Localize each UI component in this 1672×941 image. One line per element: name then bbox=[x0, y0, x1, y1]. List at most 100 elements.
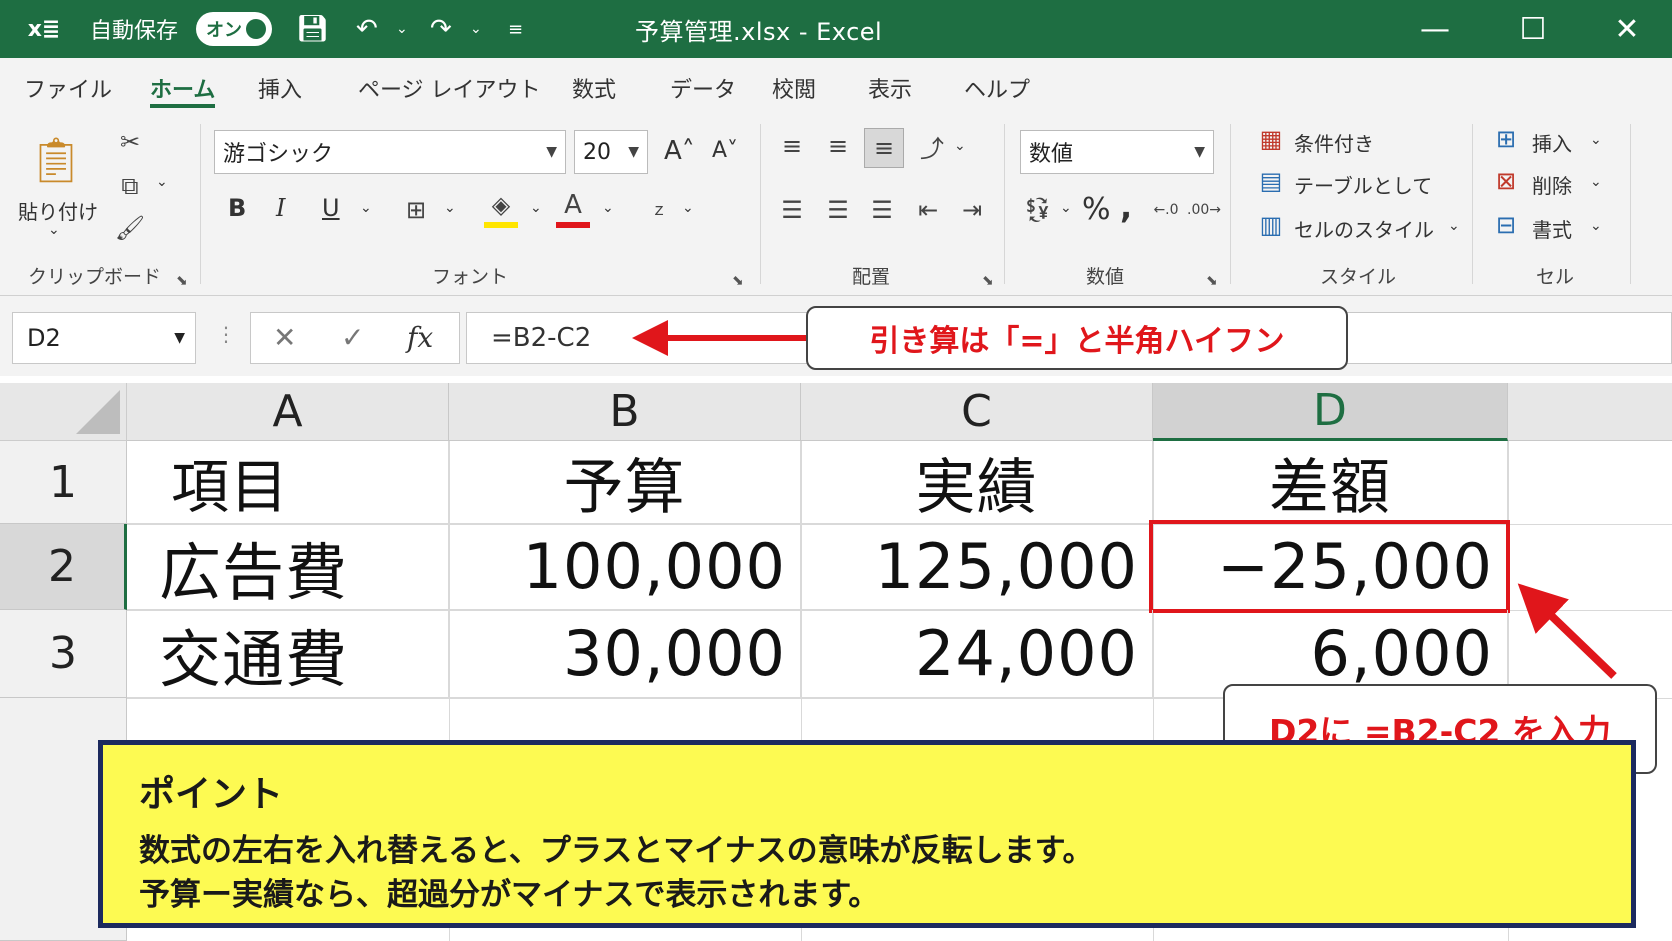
undo-icon[interactable]: ↶ bbox=[356, 0, 378, 58]
cell-c1[interactable]: 実績 bbox=[801, 441, 1153, 524]
row-header-2[interactable]: 2 bbox=[0, 524, 127, 610]
align-center-icon[interactable]: ☰ bbox=[820, 192, 856, 228]
insert-cells-icon[interactable]: ⊞ bbox=[1490, 124, 1522, 154]
tab-insert[interactable]: 挿入 bbox=[258, 72, 302, 108]
redo-dropdown-icon[interactable]: ⌄ bbox=[470, 0, 482, 58]
borders-dropdown-icon[interactable]: ⌄ bbox=[444, 200, 456, 216]
cell-c2[interactable]: 125,000 bbox=[801, 524, 1153, 610]
alignment-launcher-icon[interactable]: ⬊ bbox=[982, 273, 994, 289]
tab-data[interactable]: データ bbox=[670, 72, 736, 108]
paste-icon[interactable]: 📋︎ bbox=[28, 130, 84, 190]
copy-icon[interactable]: ⧉ bbox=[112, 168, 148, 204]
font-name-combo[interactable]: 游ゴシック ▼ bbox=[214, 130, 566, 174]
cell-styles-icon[interactable]: ▥ bbox=[1256, 210, 1286, 240]
font-launcher-icon[interactable]: ⬊ bbox=[732, 273, 744, 289]
delete-dropdown-icon[interactable]: ⌄ bbox=[1590, 174, 1602, 190]
underline-button[interactable]: U bbox=[322, 194, 340, 222]
number-launcher-icon[interactable]: ⬊ bbox=[1206, 273, 1218, 289]
copy-dropdown-icon[interactable]: ⌄ bbox=[156, 174, 168, 190]
borders-icon[interactable]: ⊞ bbox=[398, 192, 434, 228]
conditional-format-button[interactable]: 条件付き bbox=[1294, 128, 1374, 157]
customize-qat-icon[interactable]: ≡ bbox=[508, 0, 523, 58]
maximize-icon[interactable]: ☐ bbox=[1508, 0, 1558, 58]
tab-file[interactable]: ファイル bbox=[24, 72, 112, 108]
format-as-table-icon[interactable]: ▤ bbox=[1256, 166, 1286, 196]
cell-b1[interactable]: 予算 bbox=[449, 441, 801, 524]
column-header-e[interactable] bbox=[1508, 383, 1672, 441]
bold-button[interactable]: B bbox=[228, 194, 246, 222]
accounting-format-icon[interactable]: 💱︎ bbox=[1020, 192, 1056, 228]
align-top-icon[interactable]: ≡ bbox=[774, 128, 810, 164]
tab-page-layout[interactable]: ページ レイアウト bbox=[358, 72, 541, 108]
tab-view[interactable]: 表示 bbox=[868, 72, 912, 108]
tab-home[interactable]: ホーム bbox=[150, 72, 216, 108]
select-all-corner[interactable] bbox=[0, 383, 127, 441]
decrease-indent-icon[interactable]: ⇤ bbox=[910, 192, 946, 228]
column-header-d[interactable]: D bbox=[1153, 383, 1508, 441]
underline-dropdown-icon[interactable]: ⌄ bbox=[360, 200, 372, 216]
cancel-icon[interactable]: ✕ bbox=[273, 321, 296, 354]
row-header-3[interactable]: 3 bbox=[0, 610, 127, 698]
number-format-combo[interactable]: 数値 ▼ bbox=[1020, 130, 1214, 174]
format-as-table-button[interactable]: テーブルとして bbox=[1294, 170, 1432, 199]
redo-icon[interactable]: ↷ bbox=[430, 0, 452, 58]
orientation-icon[interactable]: ⤴ bbox=[914, 128, 950, 164]
tab-help[interactable]: ヘルプ bbox=[964, 72, 1030, 108]
cut-icon[interactable]: ✂ bbox=[112, 124, 148, 160]
paste-button[interactable]: 貼り付け bbox=[18, 196, 98, 225]
cell-c3[interactable]: 24,000 bbox=[801, 610, 1153, 698]
phonetic-icon[interactable]: ｚ bbox=[644, 190, 674, 226]
column-header-c[interactable]: C bbox=[801, 383, 1153, 441]
align-bottom-icon[interactable]: ≡ bbox=[864, 128, 904, 168]
format-cells-icon[interactable]: ⊟ bbox=[1490, 210, 1522, 240]
format-cells-button[interactable]: 書式 bbox=[1532, 214, 1572, 243]
align-middle-icon[interactable]: ≡ bbox=[820, 128, 856, 164]
increase-decimal-icon[interactable]: ←.0 bbox=[1148, 192, 1184, 228]
autosave-toggle[interactable]: オン bbox=[196, 12, 272, 46]
close-icon[interactable]: ✕ bbox=[1602, 0, 1652, 58]
accounting-dropdown-icon[interactable]: ⌄ bbox=[1060, 200, 1072, 216]
tab-review[interactable]: 校閲 bbox=[772, 72, 816, 108]
tab-formulas[interactable]: 数式 bbox=[572, 72, 616, 108]
paste-dropdown-icon[interactable]: ⌄ bbox=[48, 222, 60, 238]
align-left-icon[interactable]: ☰ bbox=[774, 192, 810, 228]
conditional-format-icon[interactable]: ▦ bbox=[1256, 124, 1286, 154]
cell-styles-button[interactable]: セルのスタイル bbox=[1294, 214, 1434, 243]
percent-style-button[interactable]: % bbox=[1082, 192, 1111, 227]
format-painter-icon[interactable]: 🖌︎ bbox=[112, 210, 148, 246]
delete-cells-button[interactable]: 削除 bbox=[1532, 170, 1572, 199]
cell-a2[interactable]: 広告費 bbox=[127, 524, 449, 610]
increase-font-icon[interactable]: A˄ bbox=[664, 136, 695, 166]
cell-a3[interactable]: 交通費 bbox=[127, 610, 449, 698]
insert-cells-button[interactable]: 挿入 bbox=[1532, 128, 1572, 157]
cell-styles-dropdown-icon[interactable]: ⌄ bbox=[1448, 218, 1460, 234]
insert-function-icon[interactable]: fx bbox=[407, 321, 433, 354]
enter-icon[interactable]: ✓ bbox=[341, 321, 364, 354]
cell-d1[interactable]: 差額 bbox=[1153, 441, 1508, 524]
save-icon[interactable]: 💾︎ bbox=[296, 0, 329, 58]
clipboard-launcher-icon[interactable]: ⬊ bbox=[176, 273, 188, 289]
italic-button[interactable]: I bbox=[276, 194, 285, 222]
minimize-icon[interactable]: — bbox=[1410, 0, 1460, 58]
orientation-dropdown-icon[interactable]: ⌄ bbox=[954, 138, 966, 154]
insert-dropdown-icon[interactable]: ⌄ bbox=[1590, 132, 1602, 148]
font-size-combo[interactable]: 20 ▼ bbox=[574, 130, 648, 174]
increase-indent-icon[interactable]: ⇥ bbox=[954, 192, 990, 228]
align-right-icon[interactable]: ☰ bbox=[864, 192, 900, 228]
row-header-1[interactable]: 1 bbox=[0, 441, 127, 524]
decrease-decimal-icon[interactable]: .00→ bbox=[1186, 192, 1222, 228]
phonetic-dropdown-icon[interactable]: ⌄ bbox=[682, 200, 694, 216]
font-color-dropdown-icon[interactable]: ⌄ bbox=[602, 200, 614, 216]
cell-a1[interactable]: 項目 bbox=[127, 441, 449, 524]
name-box[interactable]: D2 ▼ bbox=[12, 312, 196, 364]
font-color-icon[interactable]: A bbox=[556, 188, 590, 228]
column-header-b[interactable]: B bbox=[449, 383, 801, 441]
delete-cells-icon[interactable]: ⊠ bbox=[1490, 166, 1522, 196]
decrease-font-icon[interactable]: A˅ bbox=[712, 138, 738, 163]
fill-color-dropdown-icon[interactable]: ⌄ bbox=[530, 200, 542, 216]
cell-b2[interactable]: 100,000 bbox=[449, 524, 801, 610]
format-dropdown-icon[interactable]: ⌄ bbox=[1590, 218, 1602, 234]
splitter-icon[interactable]: ⋮ bbox=[216, 322, 236, 346]
undo-dropdown-icon[interactable]: ⌄ bbox=[396, 0, 408, 58]
fill-color-icon[interactable]: ◈ bbox=[484, 188, 518, 228]
